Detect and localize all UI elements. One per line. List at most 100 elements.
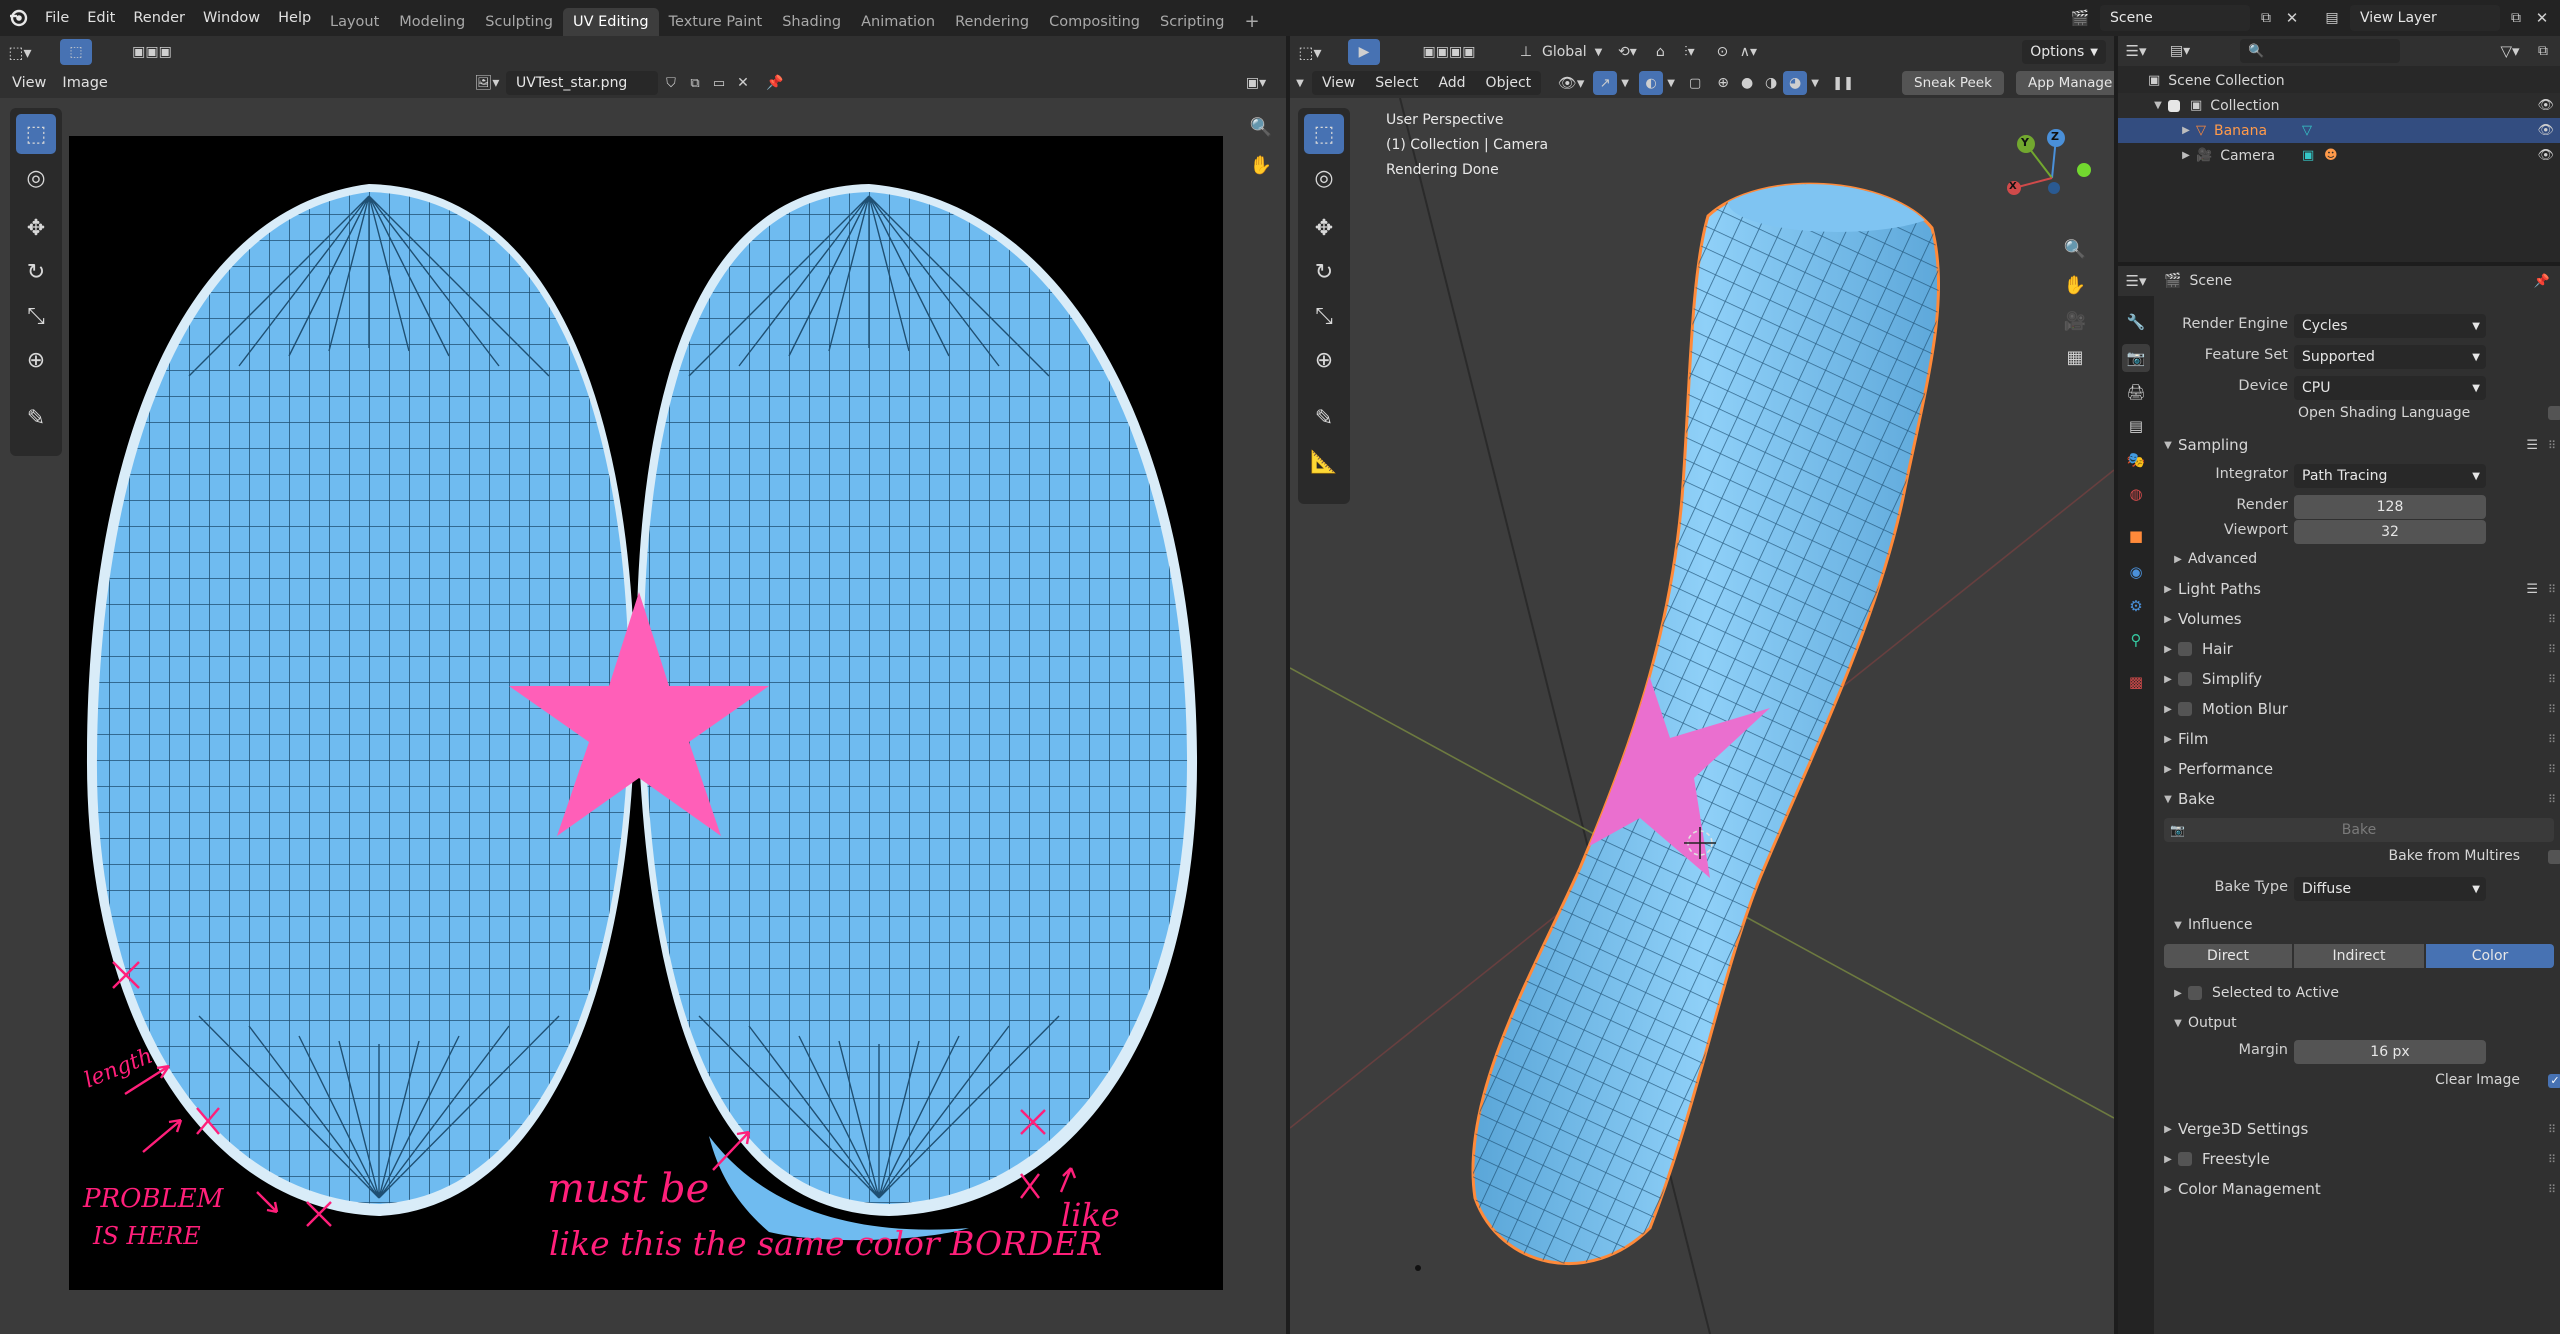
- viewport-zoom-icon[interactable]: 🔍: [2058, 232, 2092, 266]
- menu-help[interactable]: Help: [269, 3, 320, 33]
- outliner-filter-icon[interactable]: ▽▾: [2492, 39, 2528, 63]
- selection-mode-icons[interactable]: ▣▣▣: [112, 39, 192, 65]
- tab-layout[interactable]: Layout: [320, 8, 389, 36]
- gizmo-toggle-icon[interactable]: ↗: [1593, 71, 1618, 95]
- overlay-toggle-icon[interactable]: ◐: [1639, 71, 1664, 95]
- viewport-annotate-tool[interactable]: ✎: [1304, 398, 1344, 438]
- fake-user-shield-icon[interactable]: ⛉: [660, 71, 682, 95]
- tab-object-icon[interactable]: ■: [2122, 522, 2150, 550]
- new-scene-icon[interactable]: ⧉: [2254, 6, 2278, 30]
- display-channels-icon[interactable]: ▣▾: [1238, 71, 1274, 95]
- volumes-panel-header[interactable]: ▶ Volumes ⠿: [2158, 604, 2560, 634]
- tab-texture-icon[interactable]: ▩: [2122, 668, 2150, 696]
- falloff-icon[interactable]: ∧▾: [1734, 39, 1762, 65]
- uv-move-tool[interactable]: ✥: [16, 208, 56, 248]
- freestyle-drag-handle-icon[interactable]: ⠿: [2548, 1153, 2556, 1166]
- color-management-drag-handle-icon[interactable]: ⠿: [2548, 1183, 2556, 1196]
- proportional-edit-icon[interactable]: ⊙: [1710, 39, 1734, 65]
- menu-edit[interactable]: Edit: [78, 3, 124, 33]
- outliner-display-mode-icon[interactable]: ▤▾: [2162, 38, 2198, 64]
- volumes-drag-handle-icon[interactable]: ⠿: [2548, 613, 2556, 626]
- shading-dropdown-icon[interactable]: ▼: [1807, 71, 1823, 95]
- uv-image-canvas[interactable]: length PROBLEM IS HERE must be like this…: [69, 136, 1223, 1290]
- outliner-row-camera[interactable]: ▶ 🎥 Camera ▣ ☻ 👁: [2118, 143, 2560, 168]
- light-paths-presets-icon[interactable]: ☰: [2526, 582, 2538, 597]
- delete-scene-icon[interactable]: ✕: [2280, 6, 2304, 30]
- tab-sculpting[interactable]: Sculpting: [475, 8, 563, 36]
- tab-view-layer-icon[interactable]: ▤: [2122, 412, 2150, 440]
- viewport-select-tool-icon[interactable]: ▶: [1348, 39, 1380, 65]
- open-image-folder-icon[interactable]: ▭: [708, 71, 730, 95]
- motion-blur-panel-header[interactable]: ▶ Motion Blur ⠿: [2158, 694, 2560, 724]
- render-samples-field[interactable]: 128: [2294, 495, 2486, 519]
- camera-view-icon[interactable]: 🎥: [2058, 304, 2092, 338]
- tab-physics-icon[interactable]: ◉: [2122, 558, 2150, 586]
- tab-scene-icon[interactable]: 🎭: [2122, 446, 2150, 474]
- tab-constraints-icon[interactable]: ⚙: [2122, 592, 2150, 620]
- uv-zoom-icon[interactable]: 🔍: [1244, 110, 1278, 144]
- delete-view-layer-icon[interactable]: ✕: [2530, 6, 2554, 30]
- sampling-panel-header[interactable]: ▼ Sampling ☰ ⠿: [2158, 430, 2560, 460]
- viewport-editor-type-icon[interactable]: ⬚▾: [1290, 37, 1330, 67]
- view-layer-icon[interactable]: ▤: [2318, 6, 2346, 30]
- new-collection-icon[interactable]: ⧉: [2530, 39, 2556, 63]
- shading-wireframe-icon[interactable]: ⊕: [1711, 71, 1735, 95]
- orientation-dropdown-icon[interactable]: ▼: [1595, 47, 1603, 58]
- editor-type-icon[interactable]: ⬚▾: [0, 37, 40, 67]
- sampling-drag-handle-icon[interactable]: ⠿: [2548, 439, 2556, 452]
- uv-menu-view[interactable]: View: [0, 68, 58, 98]
- output-subpanel-header[interactable]: ▼ Output: [2158, 1008, 2560, 1038]
- influence-indirect-button[interactable]: Indirect: [2294, 944, 2424, 968]
- viewport-menu-select[interactable]: Select: [1365, 71, 1428, 95]
- transform-orientation-value[interactable]: Global: [1542, 44, 1587, 60]
- hair-checkbox[interactable]: [2178, 642, 2192, 656]
- uv-annotate-tool[interactable]: ✎: [16, 398, 56, 438]
- bake-type-dropdown[interactable]: Diffuse ▼: [2294, 877, 2486, 901]
- tab-render-icon[interactable]: 📷: [2122, 344, 2150, 372]
- motion-blur-drag-handle-icon[interactable]: ⠿: [2548, 703, 2556, 716]
- film-panel-header[interactable]: ▶ Film ⠿: [2158, 724, 2560, 754]
- simplify-drag-handle-icon[interactable]: ⠿: [2548, 673, 2556, 686]
- navigation-gizmo[interactable]: Z Y X: [1998, 122, 2108, 232]
- viewport-scale-tool[interactable]: ⤡: [1304, 296, 1344, 336]
- outliner-editor-type-icon[interactable]: ☰▾: [2118, 38, 2154, 64]
- new-image-icon[interactable]: ⧉: [684, 71, 706, 95]
- viewport-rotate-tool[interactable]: ↻: [1304, 252, 1344, 292]
- pause-render-icon[interactable]: ❚❚: [1831, 71, 1855, 95]
- uv-menu-image[interactable]: Image: [58, 68, 119, 98]
- scene-selector-icon[interactable]: 🎬: [2066, 6, 2094, 30]
- camera-visibility-eye-icon[interactable]: 👁: [2537, 148, 2554, 163]
- uv-select-box-tool[interactable]: ⬚: [16, 114, 56, 154]
- clear-image-checkbox[interactable]: ✓: [2548, 1074, 2560, 1088]
- expand-collection-icon[interactable]: ▼: [2148, 100, 2168, 111]
- banana-visibility-eye-icon[interactable]: 👁: [2537, 123, 2554, 138]
- viewport-move-tool[interactable]: ✥: [1304, 208, 1344, 248]
- viewport-select-box-tool[interactable]: ⬚: [1304, 114, 1344, 154]
- snap-icon[interactable]: ⌂: [1646, 39, 1674, 65]
- select-tool-icon[interactable]: ⬚: [60, 39, 92, 65]
- outliner-row-scene-collection[interactable]: ▣ Scene Collection: [2118, 68, 2560, 93]
- tab-shading[interactable]: Shading: [772, 8, 851, 36]
- bake-button[interactable]: 📷 Bake: [2164, 818, 2554, 842]
- simplify-panel-header[interactable]: ▶ Simplify ⠿: [2158, 664, 2560, 694]
- influence-color-button[interactable]: Color: [2426, 944, 2554, 968]
- shading-solid-icon[interactable]: ●: [1735, 71, 1759, 95]
- margin-field[interactable]: 16 px: [2294, 1040, 2486, 1064]
- properties-editor-type-icon[interactable]: ☰▾: [2118, 268, 2154, 294]
- image-browse-icon[interactable]: 🖼▾: [472, 71, 502, 95]
- menu-collapse-icon[interactable]: ▼: [1290, 70, 1310, 96]
- viewport-transform-tool[interactable]: ⊕: [1304, 340, 1344, 380]
- viewport-menu-add[interactable]: Add: [1428, 71, 1475, 95]
- performance-drag-handle-icon[interactable]: ⠿: [2548, 763, 2556, 776]
- xray-toggle-icon[interactable]: ▢: [1683, 71, 1707, 95]
- transform-orientation-icon[interactable]: ⊥: [1514, 39, 1538, 65]
- outliner-row-banana[interactable]: ▶ ▽ Banana ▽ 👁: [2118, 118, 2560, 143]
- tab-tool-icon[interactable]: 🔧: [2122, 308, 2150, 336]
- menu-window[interactable]: Window: [194, 3, 269, 33]
- render-engine-dropdown[interactable]: Cycles ▼: [2294, 314, 2486, 338]
- tab-rendering[interactable]: Rendering: [945, 8, 1039, 36]
- bake-drag-handle-icon[interactable]: ⠿: [2548, 793, 2556, 806]
- app-manager-button[interactable]: App Manage: [2016, 71, 2114, 95]
- ortho-toggle-icon[interactable]: ▦: [2058, 340, 2092, 374]
- freestyle-panel-header[interactable]: ▶ Freestyle ⠿: [2158, 1144, 2560, 1174]
